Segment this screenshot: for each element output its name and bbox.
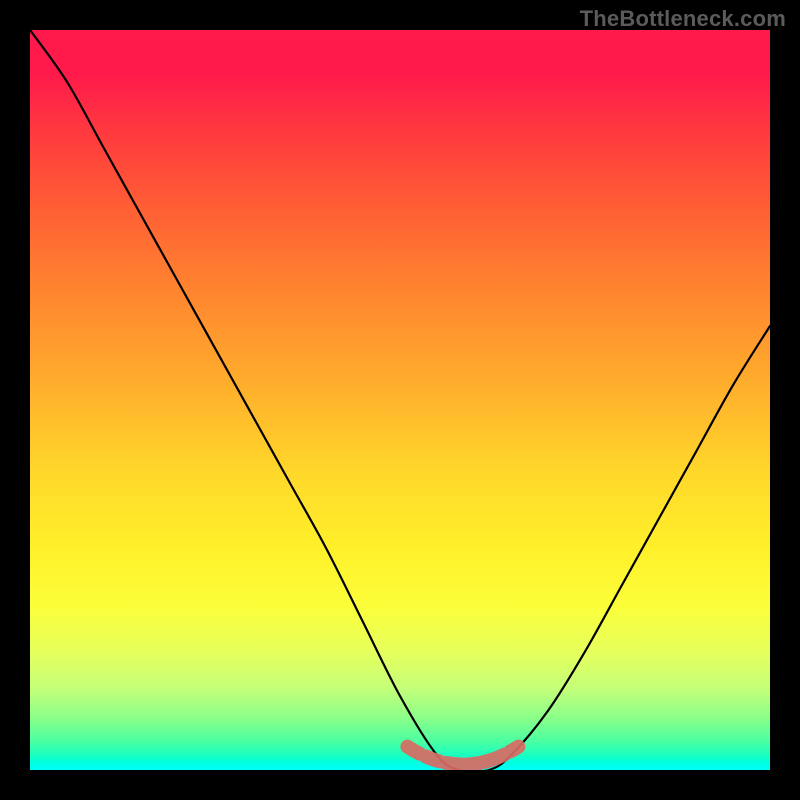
curve-layer <box>30 30 770 770</box>
watermark-label: TheBottleneck.com <box>580 6 786 32</box>
plot-area <box>30 30 770 770</box>
sweet-spot-highlight <box>407 747 518 765</box>
chart-frame: TheBottleneck.com <box>0 0 800 800</box>
bottleneck-curve <box>30 30 770 770</box>
